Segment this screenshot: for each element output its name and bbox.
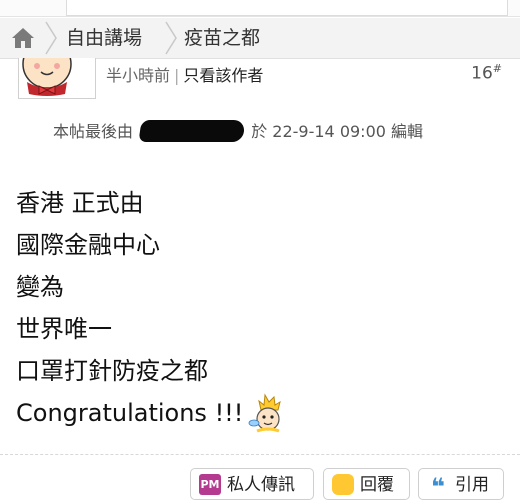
post-line: 變為 <box>16 273 64 301</box>
floor-mark: # <box>492 62 502 75</box>
post-content: 香港 正式由 國際金融中心 變為 世界唯一 口罩打針防疫之都 Congratul… <box>16 182 287 434</box>
post-line: 國際金融中心 <box>16 231 160 259</box>
edit-note-prefix: 本帖最後由 <box>53 122 134 141</box>
edit-note-suffix: 於 22-9-14 09:00 編輯 <box>251 122 424 141</box>
private-message-label: 私人傳訊 <box>227 475 295 495</box>
speech-bubble-icon <box>332 474 354 495</box>
post-time: 半小時前 <box>106 66 171 85</box>
king-emoticon-icon <box>249 393 282 433</box>
breadcrumb-separator-icon <box>165 21 177 55</box>
avatar[interactable] <box>18 58 96 99</box>
top-strip <box>0 0 520 17</box>
post-line: 口罩打針防疫之都 <box>16 357 208 385</box>
top-strip-panel <box>66 0 508 16</box>
private-message-button[interactable]: PM 私人傳訊 <box>190 468 314 500</box>
pm-icon: PM <box>199 474 221 495</box>
post-line-last: Congratulations !!! <box>16 392 287 434</box>
post-line: 香港 正式由 <box>16 189 144 217</box>
quote-button[interactable]: ❝ 引用 <box>418 468 504 500</box>
redacted-username <box>138 120 246 142</box>
avatar-cartoon-icon <box>22 58 72 96</box>
post-line: 世界唯一 <box>16 315 112 343</box>
floor-number: 16# <box>471 62 502 84</box>
home-icon[interactable] <box>10 26 36 50</box>
breadcrumb-item-forum[interactable]: 自由講場 <box>66 18 142 58</box>
edit-note: 本帖最後由 於 22-9-14 09:00 編輯 <box>53 118 423 142</box>
breadcrumb-separator-icon <box>45 21 57 55</box>
reply-button[interactable]: 回覆 <box>323 468 410 500</box>
only-view-author-link[interactable]: 只看該作者 <box>183 66 263 85</box>
post-line-text: Congratulations !!! <box>16 399 244 427</box>
post-meta: 半小時前 | 只看該作者 <box>106 66 264 85</box>
reply-label: 回覆 <box>360 475 394 495</box>
breadcrumb-item-thread[interactable]: 疫苗之都 <box>184 18 260 58</box>
quote-icon: ❝ <box>430 473 446 501</box>
quote-label: 引用 <box>455 475 489 495</box>
breadcrumb: 自由講場 疫苗之都 <box>0 18 520 59</box>
footer-divider <box>0 454 520 455</box>
floor-number-value: 16 <box>471 63 493 84</box>
